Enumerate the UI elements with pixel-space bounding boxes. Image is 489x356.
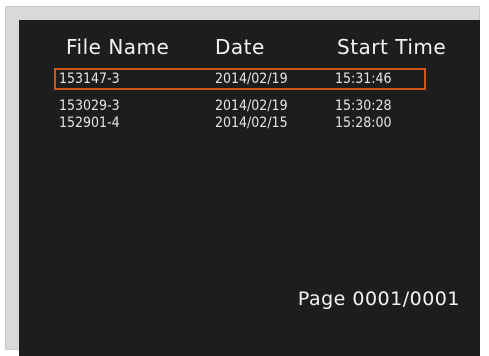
file-name-cell: 153029-3 xyxy=(59,98,120,114)
column-header-start-time: Start Time xyxy=(337,35,447,59)
file-name-cell: 153147-3 xyxy=(59,71,120,87)
column-header-file-name: File Name xyxy=(66,35,170,59)
file-row[interactable]: 152901-4 2014/02/15 15:28:00 xyxy=(19,115,480,135)
column-header-date: Date xyxy=(215,35,265,59)
file-list-screen: File Name Date Start Time 153147-3 2014/… xyxy=(19,20,480,356)
date-cell: 2014/02/15 xyxy=(215,115,288,131)
start-time-cell: 15:28:00 xyxy=(335,115,392,131)
file-list-header: File Name Date Start Time xyxy=(19,35,480,65)
date-cell: 2014/02/19 xyxy=(215,98,288,114)
start-time-cell: 15:31:46 xyxy=(335,71,392,87)
file-row-selected[interactable]: 153147-3 2014/02/19 15:31:46 xyxy=(54,68,426,90)
page-indicator: Page 0001/0001 xyxy=(297,288,460,310)
date-cell: 2014/02/19 xyxy=(215,71,288,87)
file-name-cell: 152901-4 xyxy=(59,115,120,131)
start-time-cell: 15:30:28 xyxy=(335,98,392,114)
